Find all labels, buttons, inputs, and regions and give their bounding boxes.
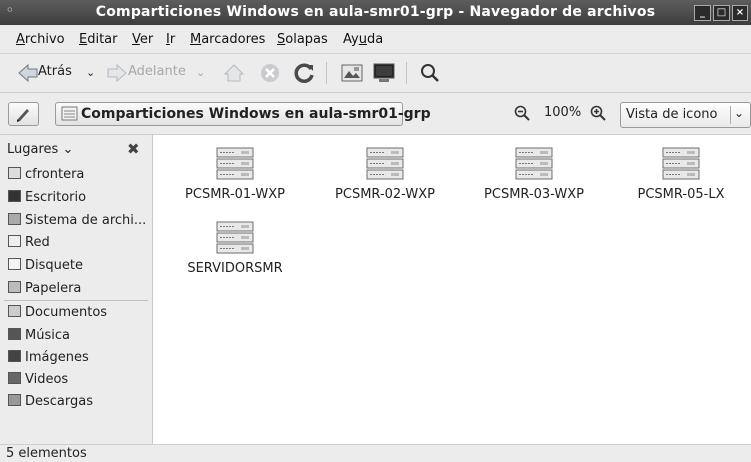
monitor-icon[interactable]	[372, 61, 396, 85]
file-item[interactable]: SERVIDORSMR	[175, 221, 295, 276]
view-mode-value: Vista de icono	[626, 107, 718, 122]
maximize-button[interactable]: □	[713, 5, 730, 21]
sidebar-item-cfrontera[interactable]: cfrontera	[8, 167, 84, 182]
sidebar-item-documentos[interactable]: Documentos	[8, 305, 107, 320]
path-button[interactable]: Comparticiones Windows en aula-smr01-grp	[55, 102, 431, 126]
minimize-button[interactable]: _	[694, 5, 711, 21]
status-text: 5 elementos	[6, 446, 87, 461]
zoom-in-icon[interactable]	[590, 105, 606, 121]
back-button-label[interactable]: Atrás	[38, 64, 72, 79]
server-icon	[662, 147, 700, 180]
chevron-down-icon: ⌄	[734, 106, 745, 120]
sidebar-item-disquete[interactable]: Disquete	[8, 258, 83, 273]
floppy-icon	[8, 258, 21, 270]
sidebar-divider	[4, 300, 148, 301]
videos-icon	[8, 372, 21, 384]
sidebar-item-imagenes[interactable]: Imágenes	[8, 350, 89, 365]
edit-location-button[interactable]	[8, 102, 39, 126]
path-label: Comparticiones Windows en aula-smr01-grp	[81, 106, 431, 122]
sidebar-item-papelera[interactable]: Papelera	[8, 281, 81, 296]
select-separator	[730, 106, 731, 124]
file-name: PCSMR-01-WXP	[185, 187, 285, 202]
close-sidebar-icon[interactable]: ✖	[127, 140, 140, 158]
menu-solapas[interactable]: Solapas	[277, 32, 328, 47]
toolbar: Atrás ⌄ Adelante ⌄	[0, 54, 751, 93]
file-name: SERVIDORSMR	[187, 261, 283, 276]
file-view[interactable]: PCSMR-01-WXP PCSMR-02-WXP PCSMR-03-WXP P…	[153, 135, 751, 444]
sidebar-header[interactable]: Lugares ⌄	[7, 142, 73, 157]
sidebar-item-descargas[interactable]: Descargas	[8, 394, 93, 409]
network-folder-icon	[61, 106, 78, 121]
toolbar-separator	[406, 62, 407, 84]
menu-bar: Archivo Editar Ver Ir Marcadores Solapas…	[0, 25, 751, 54]
network-icon	[8, 235, 21, 247]
back-history-dropdown[interactable]: ⌄	[86, 66, 95, 79]
file-item[interactable]: PCSMR-01-WXP	[175, 147, 295, 202]
reload-icon[interactable]	[292, 61, 316, 85]
menu-ayuda[interactable]: Ayuda	[343, 32, 383, 47]
music-icon	[8, 328, 21, 340]
forward-arrow-icon	[107, 63, 127, 83]
sidebar-item-sistema[interactable]: Sistema de archi...	[8, 213, 146, 228]
filesystem-icon	[8, 213, 21, 225]
desktop-icon	[8, 190, 21, 202]
zoom-out-icon[interactable]	[514, 105, 530, 121]
title-bar: ◦ Comparticiones Windows en aula-smr01-g…	[0, 0, 751, 25]
server-icon	[216, 147, 254, 180]
forward-button-label: Adelante	[128, 64, 186, 79]
documents-icon	[8, 305, 21, 317]
window-title: Comparticiones Windows en aula-smr01-grp…	[95, 4, 656, 20]
downloads-icon	[8, 394, 21, 406]
server-icon	[216, 221, 254, 254]
sidebar-item-musica[interactable]: Música	[8, 328, 70, 343]
file-item[interactable]: PCSMR-02-WXP	[325, 147, 445, 202]
sidebar-item-videos[interactable]: Videos	[8, 372, 68, 387]
menu-marcadores[interactable]: Marcadores	[190, 32, 265, 47]
server-icon	[366, 147, 404, 180]
search-icon[interactable]	[418, 61, 442, 85]
forward-history-dropdown: ⌄	[196, 66, 206, 79]
zoom-level: 100%	[544, 105, 582, 120]
file-name: PCSMR-05-LX	[637, 187, 725, 202]
sidebar-item-escritorio[interactable]: Escritorio	[8, 190, 86, 205]
menu-ver[interactable]: Ver	[132, 32, 153, 47]
chevron-down-icon: ⌄	[62, 142, 74, 157]
menu-archivo[interactable]: Archivo	[16, 32, 65, 47]
back-arrow-icon[interactable]	[17, 61, 39, 85]
toolbar-separator	[326, 62, 327, 84]
stop-icon	[261, 64, 279, 82]
pencil-icon	[17, 109, 29, 122]
close-button[interactable]: ×	[732, 5, 748, 21]
file-item[interactable]: PCSMR-05-LX	[621, 147, 741, 202]
file-name: PCSMR-02-WXP	[335, 187, 435, 202]
view-mode-select[interactable]: Vista de icono ⌄	[620, 102, 751, 128]
sidebar: Lugares ⌄ ✖ cfrontera Escritorio Sistema…	[0, 135, 158, 444]
sidebar-item-red[interactable]: Red	[8, 235, 50, 250]
menu-editar[interactable]: Editar	[79, 32, 118, 47]
status-bar: 5 elementos	[0, 444, 751, 462]
file-item[interactable]: PCSMR-03-WXP	[474, 147, 594, 202]
server-icon	[515, 147, 553, 180]
file-name: PCSMR-03-WXP	[484, 187, 584, 202]
location-bar: Comparticiones Windows en aula-smr01-grp…	[0, 93, 751, 135]
trash-icon	[8, 281, 21, 293]
menu-ir[interactable]: Ir	[166, 32, 175, 47]
computer-icon[interactable]	[340, 61, 364, 85]
home-folder-icon	[8, 167, 21, 179]
home-icon	[223, 64, 245, 82]
pictures-icon	[8, 350, 21, 362]
